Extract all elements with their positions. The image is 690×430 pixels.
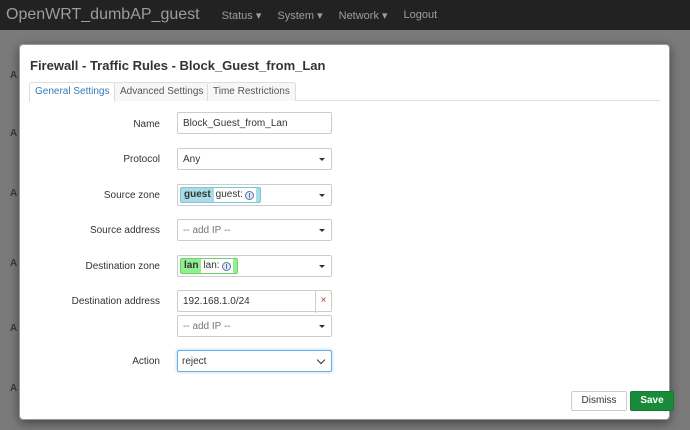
source-address-placeholder: -- add IP -- [183, 225, 231, 236]
brand-title[interactable]: OpenWRT_dumbAP_guest [6, 6, 200, 24]
caret-down-icon [319, 325, 325, 328]
source-zone-label: Source zone [103, 190, 160, 201]
dismiss-button[interactable]: Dismiss [571, 391, 627, 411]
caret-down-icon [319, 158, 325, 161]
bg-row-letter: A [10, 258, 18, 269]
tab-time-restrictions[interactable]: Time Restrictions [207, 82, 296, 101]
protocol-label: Protocol [123, 154, 160, 165]
chevron-down-icon [316, 355, 326, 365]
traffic-rule-modal: Firewall - Traffic Rules - Block_Guest_f… [19, 44, 674, 420]
destination-address-label: Destination address [71, 296, 160, 307]
destination-address-value: 192.168.1.0/24 [183, 296, 250, 307]
name-label: Name [133, 119, 160, 130]
tab-general-settings[interactable]: General Settings [29, 82, 116, 102]
zone-name: guest [184, 189, 211, 200]
destination-zone-label: Destination zone [85, 261, 161, 272]
tab-bar: General Settings Advanced Settings Time … [29, 81, 660, 102]
source-address-select[interactable]: -- add IP -- [177, 219, 332, 241]
source-zone-select[interactable]: guest guest: [177, 184, 332, 206]
zone-sub: guest: [215, 189, 243, 200]
zone-sub: lan: [203, 260, 220, 271]
tab-advanced-settings[interactable]: Advanced Settings [114, 82, 210, 101]
destination-address-add-select[interactable]: -- add IP -- [177, 315, 332, 337]
nav-logout[interactable]: Logout [404, 9, 438, 21]
caret-down-icon [319, 265, 325, 268]
caret-down-icon [319, 194, 325, 197]
modal-title: Firewall - Traffic Rules - Block_Guest_f… [30, 58, 326, 73]
protocol-select[interactable]: Any [177, 148, 332, 170]
bg-row-letter: A [10, 383, 18, 394]
save-button[interactable]: Save [630, 391, 674, 411]
action-label: Action [132, 356, 160, 367]
zone-name: lan [184, 260, 199, 271]
bg-row-letter: A [10, 323, 18, 334]
network-icon [221, 261, 231, 271]
caret-down-icon [319, 229, 325, 232]
action-value: reject [182, 356, 207, 367]
nav-system[interactable]: System ▾ [277, 9, 322, 22]
remove-address-button[interactable]: × [315, 291, 331, 313]
zone-badge-lan: lan lan: [180, 258, 238, 274]
nav-status[interactable]: Status ▾ [222, 9, 262, 22]
bg-row-letter: A [10, 70, 18, 81]
destination-address-entry[interactable]: 192.168.1.0/24 × [177, 290, 332, 313]
zone-badge-guest: guest guest: [180, 187, 261, 203]
action-select[interactable]: reject [177, 350, 332, 372]
nav-network[interactable]: Network ▾ [339, 9, 388, 22]
name-input[interactable]: Block_Guest_from_Lan [177, 112, 332, 134]
destination-zone-select[interactable]: lan lan: [177, 255, 332, 277]
protocol-value: Any [183, 154, 201, 165]
top-navbar: OpenWRT_dumbAP_guest Status ▾ System ▾ N… [0, 0, 690, 30]
network-icon [244, 190, 254, 200]
bg-row-letter: A [10, 188, 18, 199]
name-value: Block_Guest_from_Lan [183, 118, 288, 129]
bg-row-letter: A [10, 128, 18, 139]
source-address-label: Source address [89, 225, 160, 236]
destination-address-placeholder: -- add IP -- [183, 321, 231, 332]
